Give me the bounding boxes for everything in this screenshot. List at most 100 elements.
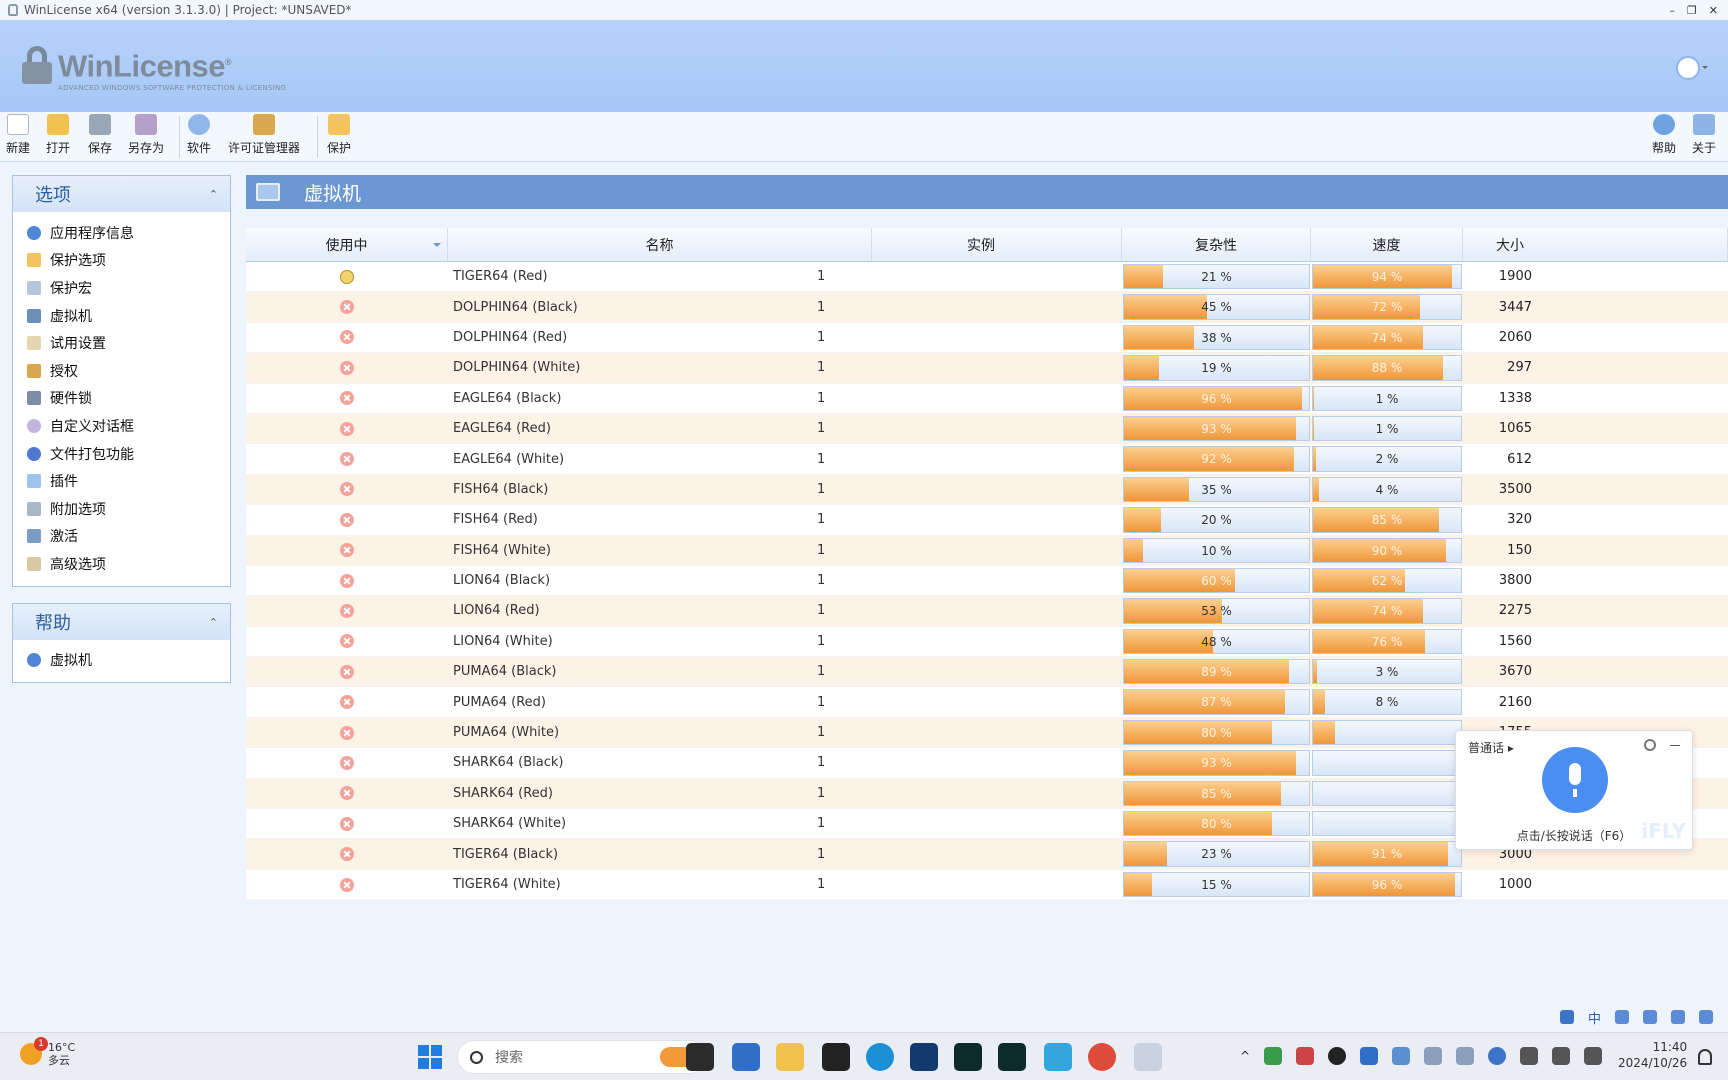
edge-browser-icon[interactable]: [866, 1043, 894, 1071]
table-row[interactable]: DOLPHIN64 (Red) 1 38 % 74 % 2060: [246, 322, 1728, 354]
cell-in-use[interactable]: [246, 505, 448, 534]
cell-in-use[interactable]: [246, 414, 448, 443]
table-row[interactable]: DOLPHIN64 (White) 1 19 % 88 % 297: [246, 353, 1728, 384]
nav-licensing[interactable]: 授权: [13, 357, 230, 385]
collapse-icon[interactable]: ⌃: [209, 188, 218, 201]
nav-advanced-options[interactable]: 高级选项: [13, 550, 230, 578]
nav-trial-settings[interactable]: 试用设置: [13, 329, 230, 357]
tray-overflow-icon[interactable]: ^: [1240, 1049, 1250, 1063]
collapse-icon[interactable]: ⌃: [209, 616, 218, 629]
battery-icon[interactable]: [1584, 1047, 1603, 1065]
file-explorer-icon[interactable]: [776, 1043, 804, 1071]
mail-app-icon[interactable]: [732, 1043, 760, 1071]
cell-in-use[interactable]: [246, 323, 448, 352]
cell-in-use[interactable]: [246, 475, 448, 504]
cell-in-use[interactable]: [246, 657, 448, 686]
taskbar-search[interactable]: 搜索: [457, 1040, 707, 1074]
cell-in-use[interactable]: [246, 627, 448, 656]
cell-in-use[interactable]: [246, 353, 448, 382]
table-row[interactable]: PUMA64 (Black) 1 89 % 3 % 3670: [246, 657, 1728, 688]
ime-language[interactable]: 中: [1588, 1008, 1601, 1027]
notification-bell-icon[interactable]: [1698, 1049, 1712, 1065]
table-row[interactable]: FISH64 (White) 1 10 % 90 % 150: [246, 535, 1728, 566]
table-row[interactable]: EAGLE64 (Black) 1 96 % 1 % 1338: [246, 383, 1728, 414]
nav-hardware-lock[interactable]: 硬件锁: [13, 385, 230, 413]
ime-tray-icon[interactable]: [1456, 1047, 1475, 1065]
license-manager-button[interactable]: 许可证管理器: [228, 114, 300, 160]
winlicense-taskbar-icon[interactable]: [1134, 1043, 1162, 1071]
help-virtual-machine-link[interactable]: 虚拟机: [13, 646, 230, 674]
weather-widget[interactable]: 1 16°C 多云: [20, 1037, 75, 1067]
tray-app-icon[interactable]: [1392, 1047, 1411, 1065]
audio-app-icon[interactable]: [910, 1043, 938, 1071]
windows-start-icon[interactable]: [418, 1045, 442, 1069]
cell-in-use[interactable]: [246, 687, 448, 716]
table-row[interactable]: TIGER64 (White) 1 15 % 96 % 1000: [246, 869, 1728, 901]
new-button[interactable]: 新建: [6, 114, 30, 160]
table-row[interactable]: LION64 (Black) 1 60 % 62 % 3800: [246, 565, 1728, 597]
grid-menu-icon[interactable]: [1699, 1010, 1714, 1024]
voice-mode-selector[interactable]: 普通话 ▸: [1468, 739, 1514, 756]
cell-in-use[interactable]: [246, 748, 448, 777]
maximize-button[interactable]: ❐: [1687, 4, 1697, 17]
chrome-browser-icon[interactable]: [1088, 1043, 1116, 1071]
nav-activation[interactable]: 激活: [13, 523, 230, 551]
cell-in-use[interactable]: [246, 779, 448, 808]
col-size[interactable]: 大小: [1463, 228, 1728, 261]
help-panel-header[interactable]: 帮助 ⌃: [13, 604, 230, 640]
cell-in-use[interactable]: [246, 292, 448, 321]
save-as-button[interactable]: 另存为: [128, 114, 164, 160]
cell-in-use[interactable]: [246, 809, 448, 838]
punctuation-icon[interactable]: [1615, 1010, 1630, 1024]
cell-in-use[interactable]: [246, 718, 448, 747]
nav-extra-options[interactable]: 附加选项: [13, 495, 230, 523]
table-row[interactable]: EAGLE64 (White) 1 92 % 2 % 612: [246, 444, 1728, 475]
cell-in-use[interactable]: [246, 596, 448, 625]
nav-protection-options[interactable]: 保护选项: [13, 247, 230, 275]
task-view-icon[interactable]: [686, 1043, 714, 1071]
protect-button[interactable]: 保护: [327, 114, 351, 160]
nav-protection-macros[interactable]: 保护宏: [13, 274, 230, 302]
ifly-tray-icon[interactable]: [1488, 1047, 1507, 1065]
save-button[interactable]: 保存: [88, 114, 112, 160]
col-speed[interactable]: 速度: [1311, 228, 1463, 261]
game-app-icon[interactable]: [954, 1043, 982, 1071]
cell-in-use[interactable]: [246, 262, 448, 291]
tray-app-icon[interactable]: [1264, 1047, 1283, 1065]
col-complexity[interactable]: 复杂性: [1122, 228, 1311, 261]
nav-virtual-machine[interactable]: 虚拟机: [13, 302, 230, 330]
tray-app-icon[interactable]: [1424, 1047, 1443, 1065]
microphone-small-icon[interactable]: [1643, 1010, 1658, 1024]
nav-app-info[interactable]: 应用程序信息: [13, 219, 230, 247]
cell-in-use[interactable]: [246, 566, 448, 595]
help-button[interactable]: 帮助: [1652, 114, 1676, 160]
game-app-2-icon[interactable]: [998, 1043, 1026, 1071]
table-row[interactable]: FISH64 (Red) 1 20 % 85 % 320: [246, 505, 1728, 536]
bilibili-icon[interactable]: [1044, 1043, 1072, 1071]
table-row[interactable]: DOLPHIN64 (Black) 1 45 % 72 % 3447: [246, 292, 1728, 323]
cell-in-use[interactable]: [246, 444, 448, 473]
cell-in-use[interactable]: [246, 384, 448, 413]
table-row[interactable]: TIGER64 (Red) 1 21 % 94 % 1900: [246, 262, 1728, 293]
volume-icon[interactable]: [1552, 1047, 1571, 1065]
about-button[interactable]: 关于: [1692, 114, 1716, 160]
record-icon[interactable]: [1328, 1047, 1347, 1065]
minimize-button[interactable]: –: [1669, 4, 1675, 17]
bluetooth-icon[interactable]: [1360, 1047, 1379, 1065]
nav-file-packing[interactable]: 文件打包功能: [13, 440, 230, 468]
col-name[interactable]: 名称: [448, 228, 872, 261]
cell-in-use[interactable]: [246, 536, 448, 565]
account-icon[interactable]: [1676, 56, 1708, 80]
close-button[interactable]: ✕: [1709, 4, 1718, 17]
table-row[interactable]: LION64 (Red) 1 53 % 74 % 2275: [246, 596, 1728, 627]
minimize-icon[interactable]: [1670, 745, 1680, 746]
wifi-icon[interactable]: [1520, 1047, 1539, 1065]
cell-in-use[interactable]: [246, 839, 448, 868]
clock[interactable]: 11:40 2024/10/26: [1618, 1039, 1687, 1071]
table-row[interactable]: FISH64 (Black) 1 35 % 4 % 3500: [246, 474, 1728, 506]
table-row[interactable]: LION64 (White) 1 48 % 76 % 1560: [246, 626, 1728, 658]
cell-in-use[interactable]: [246, 870, 448, 899]
nav-custom-dialogs[interactable]: 自定义对话框: [13, 412, 230, 440]
microphone-icon[interactable]: [1542, 747, 1608, 813]
open-button[interactable]: 打开: [46, 114, 70, 160]
